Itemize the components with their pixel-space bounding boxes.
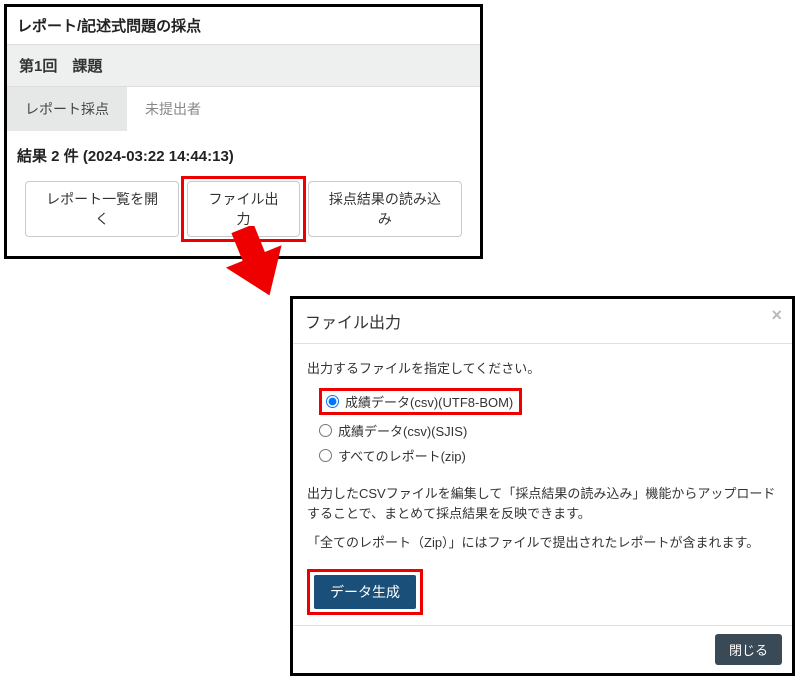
dialog-body: 出力するファイルを指定してください。 成績データ(csv)(UTF8-BOM) … [293,344,792,625]
dialog-paragraph-1: 出力したCSVファイルを編集して「採点結果の読み込み」機能からアップロードするこ… [307,484,778,523]
radio-row-sjis: 成績データ(csv)(SJIS) [307,418,778,443]
radio-label-sjis: 成績データ(csv)(SJIS) [338,421,467,440]
dialog-header: ファイル出力 × [293,299,792,344]
highlight-generate: データ生成 [307,569,423,615]
dialog-instruction: 出力するファイルを指定してください。 [307,358,778,377]
tab-report-grading[interactable]: レポート採点 [7,87,127,131]
dialog-title: ファイル出力 [305,315,401,332]
file-output-dialog: ファイル出力 × 出力するファイルを指定してください。 成績データ(csv)(U… [290,296,795,676]
assignment-subtitle: 第1回 課題 [7,44,480,87]
close-icon[interactable]: × [771,305,782,326]
dialog-paragraph-2: 「全てのレポート（Zip）」にはファイルで提出されたレポートが含まれます。 [307,533,778,553]
import-results-button[interactable]: 採点結果の読み込み [308,181,462,237]
close-dialog-button[interactable]: 閉じる [715,634,782,665]
radio-row-zip: すべてのレポート(zip) [307,443,778,468]
radio-utf8bom[interactable] [326,395,339,408]
generate-data-button[interactable]: データ生成 [314,575,416,609]
radio-label-zip: すべてのレポート(zip) [338,446,466,465]
radio-zip[interactable] [319,449,332,462]
open-report-list-button[interactable]: レポート一覧を開く [25,181,179,237]
radio-row-utf8: 成績データ(csv)(UTF8-BOM) [307,385,778,418]
highlight-radio-utf8: 成績データ(csv)(UTF8-BOM) [319,388,522,415]
result-count: 結果 2 件 (2024-03:22 14:44:13) [7,131,480,172]
radio-sjis[interactable] [319,424,332,437]
output-format-radio-group: 成績データ(csv)(UTF8-BOM) 成績データ(csv)(SJIS) すべ… [307,385,778,468]
radio-label-utf8bom: 成績データ(csv)(UTF8-BOM) [345,392,513,411]
tab-row: レポート採点 未提出者 [7,87,480,131]
grading-panel: レポート/記述式問題の採点 第1回 課題 レポート採点 未提出者 結果 2 件 … [4,4,483,259]
tab-not-submitted[interactable]: 未提出者 [127,87,219,131]
dialog-footer: 閉じる [293,625,792,673]
panel-title: レポート/記述式問題の採点 [7,7,480,44]
